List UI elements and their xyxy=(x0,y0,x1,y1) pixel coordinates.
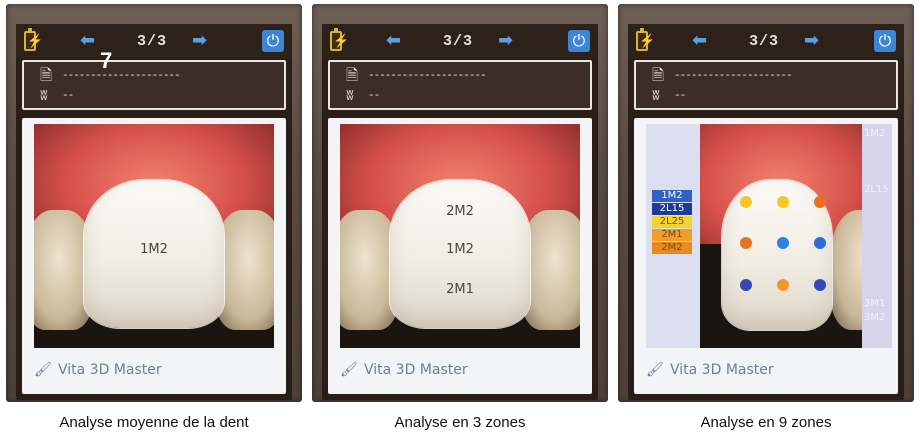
tooth-photo: 1M2 xyxy=(34,124,274,348)
brand-label: Vita 3D Master xyxy=(670,362,774,378)
arrow-right-icon[interactable]: ➡ xyxy=(498,32,513,50)
shade-legend-left: 1M2 2L15 2L25 2M1 2M2 xyxy=(646,124,700,348)
main-panel: 1M2 🖌 Vita 3D Master xyxy=(22,118,286,394)
overlay-number: 7 xyxy=(100,48,113,73)
tooth-icon: ʬ xyxy=(40,86,48,104)
screen: ⚡ ⬅ 3/3 ➡ ⏻ 🗎 --------------------- ʬ --… xyxy=(322,24,598,400)
legend-tag: 2M2 xyxy=(652,242,692,254)
arrow-right-icon[interactable]: ➡ xyxy=(192,32,207,50)
shade-label: 2M2 xyxy=(446,204,474,219)
power-icon[interactable]: ⏻ xyxy=(262,30,284,52)
arrow-right-icon[interactable]: ➡ xyxy=(804,32,819,50)
info-box: 🗎 --------------------- ʬ -- xyxy=(328,60,592,110)
zone-dots xyxy=(700,124,862,348)
top-bar: ⚡ ⬅ 3/3 ➡ ⏻ xyxy=(628,24,904,58)
shade-legend: 1M2 2L15 2L25 2M1 2M2 xyxy=(652,190,692,260)
zone-dot xyxy=(814,237,826,249)
shade-label: 1M2 xyxy=(446,242,474,257)
legend-tag: 1M2 xyxy=(652,190,692,202)
screen: ⚡ ⬅ 3/3 ➡ ⏻ 🗎 --------------------- ʬ --… xyxy=(16,24,292,400)
legend-tag: 2L25 xyxy=(652,216,692,228)
tooth-field: -- xyxy=(62,90,74,102)
power-icon[interactable]: ⏻ xyxy=(568,30,590,52)
patient-field: --------------------- xyxy=(368,70,487,82)
tooth-icon: ʬ xyxy=(346,86,354,104)
top-bar: ⚡ ⬅ 3/3 ➡ ⏻ xyxy=(16,24,292,58)
power-icon[interactable]: ⏻ xyxy=(874,30,896,52)
info-box: 🗎 --------------------- ʬ -- xyxy=(22,60,286,110)
zone-dot xyxy=(777,196,789,208)
page-indicator: 3/3 xyxy=(442,33,473,50)
main-panel: 2M2 1M2 2M1 🖌 Vita 3D Master xyxy=(328,118,592,394)
battery-icon: ⚡ xyxy=(636,28,655,51)
palette-icon: 🖌 xyxy=(34,362,52,378)
right-label: 3M2 xyxy=(864,312,886,323)
palette-icon: 🖌 xyxy=(340,362,358,378)
document-icon: 🗎 xyxy=(652,66,665,84)
zone-dot xyxy=(777,237,789,249)
tooth-photo xyxy=(700,124,862,348)
device-panel-2: ⚡ ⬅ 3/3 ➡ ⏻ 🗎 --------------------- ʬ --… xyxy=(312,4,608,402)
brand-bar: 🖌 Vita 3D Master xyxy=(340,356,580,384)
arrow-left-icon[interactable]: ⬅ xyxy=(80,32,95,50)
main-panel: 1M2 2L15 2L25 2M1 2M2 1M2 2L15 3M1 3M2 🖌 Vita… xyxy=(634,118,898,394)
battery-icon: ⚡ xyxy=(330,28,349,51)
patient-field: --------------------- xyxy=(674,70,793,82)
tooth-icon: ʬ xyxy=(652,86,660,104)
zone-dot xyxy=(814,279,826,291)
brand-label: Vita 3D Master xyxy=(58,362,162,378)
brand-label: Vita 3D Master xyxy=(364,362,468,378)
legend-tag: 2M1 xyxy=(652,229,692,241)
legend-tag: 2L15 xyxy=(652,203,692,215)
caption-average: Analyse moyenne de la dent xyxy=(59,414,249,431)
caption-3-zones: Analyse en 3 zones xyxy=(394,414,526,431)
top-bar: ⚡ ⬅ 3/3 ➡ ⏻ xyxy=(322,24,598,58)
shade-legend-right: 1M2 2L15 3M1 3M2 xyxy=(862,124,892,348)
patient-field: --------------------- xyxy=(62,70,181,82)
page-indicator: 3/3 xyxy=(136,33,167,50)
zone-dot xyxy=(777,279,789,291)
right-label: 2L15 xyxy=(864,184,889,195)
document-icon: 🗎 xyxy=(346,66,359,84)
arrow-left-icon[interactable]: ⬅ xyxy=(692,32,707,50)
tooth-field: -- xyxy=(368,90,380,102)
tooth-field: -- xyxy=(674,90,686,102)
tooth-photo: 2M2 1M2 2M1 xyxy=(340,124,580,348)
zone-dot xyxy=(740,279,752,291)
caption-9-zones: Analyse en 9 zones xyxy=(700,414,832,431)
battery-icon: ⚡ xyxy=(24,28,43,51)
right-label: 1M2 xyxy=(864,128,886,139)
zone-dot xyxy=(814,196,826,208)
zone-dot xyxy=(740,237,752,249)
shade-label: 2M1 xyxy=(446,282,474,297)
device-panel-3: ⚡ ⬅ 3/3 ➡ ⏻ 🗎 --------------------- ʬ --… xyxy=(618,4,914,402)
palette-icon: 🖌 xyxy=(646,362,664,378)
device-panel-1: ⚡ ⬅ 3/3 ➡ ⏻ 🗎 --------------------- ʬ --… xyxy=(6,4,302,402)
brand-bar: 🖌 Vita 3D Master xyxy=(34,356,274,384)
screen: ⚡ ⬅ 3/3 ➡ ⏻ 🗎 --------------------- ʬ --… xyxy=(628,24,904,400)
shade-label: 1M2 xyxy=(140,242,168,257)
info-box: 🗎 --------------------- ʬ -- xyxy=(634,60,898,110)
zone-dot xyxy=(740,196,752,208)
document-icon: 🗎 xyxy=(40,66,53,84)
right-label: 3M1 xyxy=(864,298,886,309)
page-indicator: 3/3 xyxy=(748,33,779,50)
arrow-left-icon[interactable]: ⬅ xyxy=(386,32,401,50)
brand-bar: 🖌 Vita 3D Master xyxy=(646,356,886,384)
